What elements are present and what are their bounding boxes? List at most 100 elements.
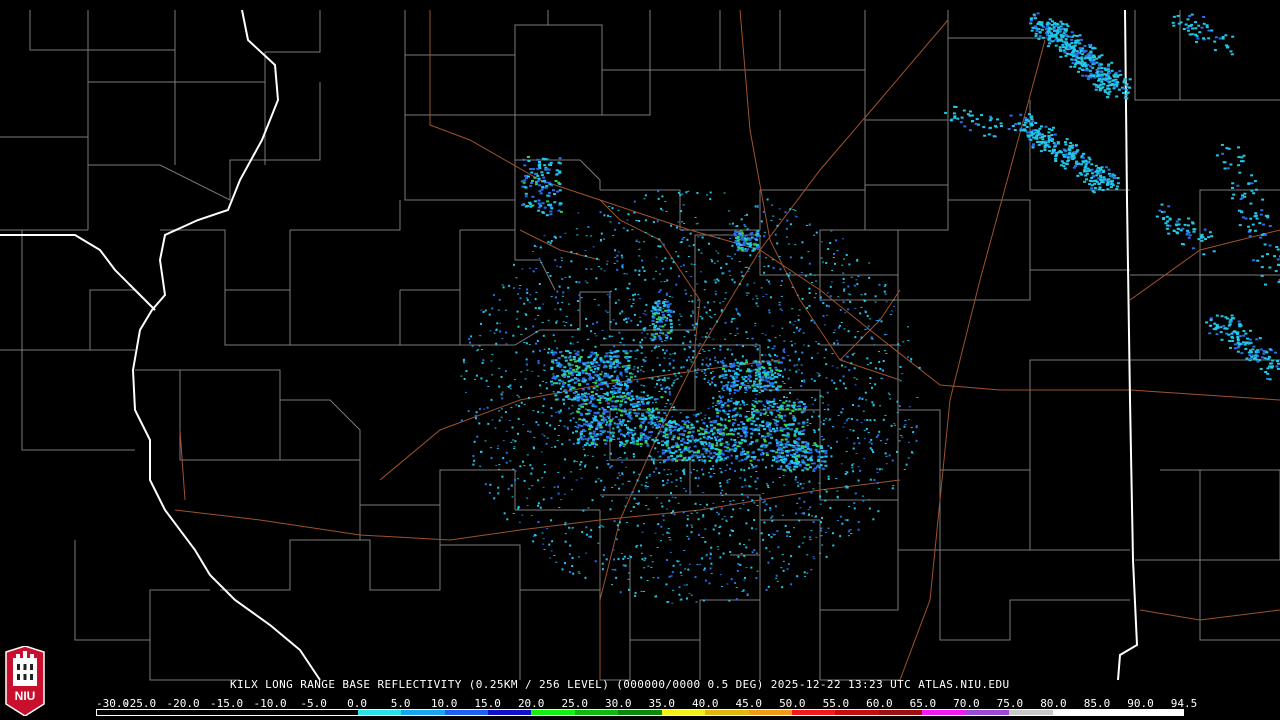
echo-pixel xyxy=(586,282,589,284)
echo-pixel xyxy=(638,269,641,272)
echo-pixel xyxy=(609,360,612,362)
echo-pixel xyxy=(630,395,634,398)
echo-pixel xyxy=(893,305,895,307)
echo-pixel xyxy=(528,302,531,304)
echo-pixel xyxy=(645,487,648,489)
echo-pixel xyxy=(600,232,603,235)
echo-pixel xyxy=(609,390,613,393)
echo-pixel xyxy=(905,463,908,466)
echo-pixel xyxy=(730,320,733,323)
echo-pixel xyxy=(752,420,756,423)
echo-pixel xyxy=(1115,188,1119,191)
echo-pixel xyxy=(754,400,758,403)
echo-pixel xyxy=(672,366,675,369)
echo-pixel xyxy=(1067,159,1070,162)
echo-pixel xyxy=(498,298,501,301)
echo-pixel xyxy=(720,311,723,313)
echo-pixel xyxy=(686,524,689,527)
echo-pixel xyxy=(600,525,603,527)
echo-pixel xyxy=(504,411,507,414)
echo-pixel xyxy=(812,470,816,472)
highway-line xyxy=(519,229,601,261)
echo-pixel xyxy=(811,397,813,399)
echo-pixel xyxy=(617,299,620,301)
echo-pixel xyxy=(833,342,836,345)
echo-pixel xyxy=(1083,63,1087,66)
echo-pixel xyxy=(520,401,523,404)
echo-pixel xyxy=(662,267,665,270)
echo-pixel xyxy=(851,353,854,356)
echo-pixel xyxy=(703,372,706,375)
echo-pixel xyxy=(801,512,804,515)
echo-pixel xyxy=(721,495,724,496)
echo-pixel xyxy=(827,444,830,447)
echo-pixel xyxy=(774,366,778,369)
echo-pixel xyxy=(595,443,599,446)
echo-pixel xyxy=(755,471,758,472)
echo-pixel xyxy=(860,294,863,296)
echo-pixel xyxy=(756,232,760,235)
echo-pixel xyxy=(556,391,560,394)
echo-pixel xyxy=(738,283,741,286)
echo-pixel xyxy=(690,263,693,265)
echo-pixel xyxy=(1060,22,1064,25)
echo-pixel xyxy=(699,316,702,317)
echo-pixel xyxy=(740,421,744,424)
echo-pixel xyxy=(780,465,783,468)
echo-pixel xyxy=(634,293,637,296)
echo-pixel xyxy=(841,522,844,525)
echo-pixel xyxy=(616,476,619,479)
echo-pixel xyxy=(673,379,676,381)
echo-pixel xyxy=(653,458,656,460)
echo-pixel xyxy=(675,479,678,481)
echo-pixel xyxy=(1095,180,1099,183)
echo-pixel xyxy=(531,485,534,487)
echo-pixel xyxy=(1100,73,1104,76)
echo-pixel xyxy=(722,385,726,388)
echo-pixel xyxy=(915,425,918,428)
echo-pixel xyxy=(824,489,827,491)
echo-pixel xyxy=(580,405,584,408)
echo-pixel xyxy=(791,449,795,452)
echo-pixel xyxy=(897,343,900,346)
echo-pixel xyxy=(718,526,721,528)
echo-pixel xyxy=(604,310,607,312)
echo-pixel xyxy=(668,387,671,390)
echo-pixel xyxy=(546,172,550,174)
echo-pixel xyxy=(1083,44,1087,47)
echo-pixel xyxy=(626,426,629,429)
echo-pixel xyxy=(1109,174,1113,176)
echo-pixel xyxy=(541,433,544,435)
echo-pixel xyxy=(570,251,573,253)
echo-pixel xyxy=(661,409,664,411)
echo-pixel xyxy=(852,463,855,465)
echo-pixel xyxy=(784,450,788,453)
echo-pixel xyxy=(686,415,689,418)
echo-pixel xyxy=(721,403,725,406)
echo-pixel xyxy=(702,514,705,517)
echo-pixel xyxy=(837,342,839,345)
echo-pixel xyxy=(719,574,722,576)
echo-pixel xyxy=(907,340,910,341)
echo-pixel xyxy=(614,249,617,252)
echo-pixel xyxy=(535,330,538,333)
echo-pixel xyxy=(802,422,806,425)
echo-pixel xyxy=(870,438,873,441)
echo-pixel xyxy=(1042,36,1045,39)
echo-pixel xyxy=(796,294,799,296)
echo-pixel xyxy=(521,204,525,206)
echo-pixel xyxy=(1055,30,1059,33)
echo-pixel xyxy=(1053,133,1057,136)
echo-pixel xyxy=(711,260,714,263)
echo-pixel xyxy=(825,304,828,307)
echo-pixel xyxy=(736,380,740,383)
echo-pixel xyxy=(552,189,555,192)
echo-pixel xyxy=(765,454,769,456)
echo-pixel xyxy=(1110,61,1114,64)
echo-pixel xyxy=(578,294,581,297)
echo-pixel xyxy=(478,407,481,410)
echo-pixel xyxy=(595,355,599,358)
echo-pixel xyxy=(878,351,880,353)
echo-pixel xyxy=(736,239,740,242)
echo-pixel xyxy=(703,461,706,464)
